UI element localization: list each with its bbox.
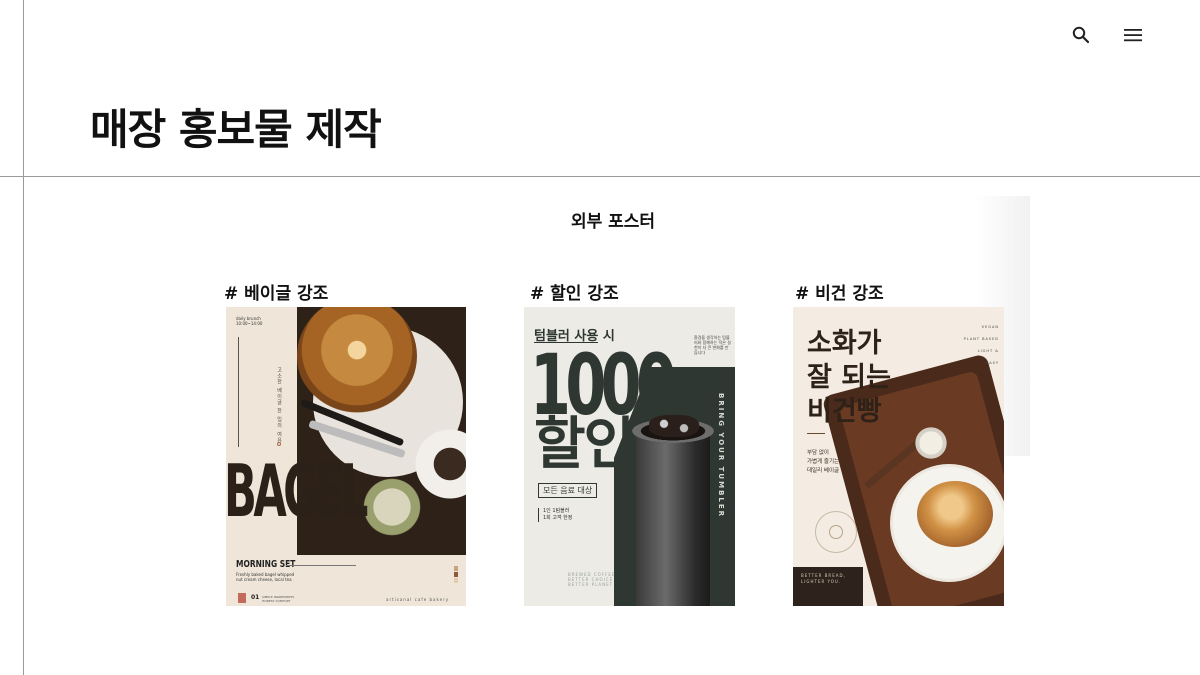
poster-vegan[interactable]: 소화가 잘 되는 비건빵 VEGAN PLANT BASED LIGHT & E…: [793, 307, 1004, 606]
poster-bagel[interactable]: daily brunch 10:00~14:00 고소한 베이글 한 입의 여유…: [226, 307, 466, 606]
page-title: 매장 홍보물 제작: [90, 105, 382, 154]
headline-line-2: 잘 되는: [807, 362, 891, 393]
card-label-bagel: # 베이글 강조: [224, 284, 329, 304]
poster-unit: 원: [672, 400, 685, 416]
poster-description: Freshly baked bagel whipped nut cream ch…: [236, 572, 295, 582]
poster-headline: 할인: [534, 412, 635, 477]
color-swatches: [454, 566, 458, 584]
poster-top-right: VEGAN PLANT BASED LIGHT & EASY: [963, 325, 999, 365]
header-horizontal-divider: [0, 176, 1200, 177]
poster-footer: BREWED COFFEE BETTER CHOICE BETTER PLANE…: [568, 572, 616, 587]
search-icon[interactable]: [1070, 24, 1092, 46]
poster-rule: [807, 433, 825, 434]
poster-box-text: 모든 음료 대상: [538, 483, 598, 498]
header-actions: [1070, 24, 1144, 46]
left-vertical-divider: [23, 0, 24, 675]
poster-big-word: BAGEL: [226, 449, 368, 533]
poster-subtitle-rule: [286, 565, 356, 566]
poster-bottom-note: SIMPLE INGREDIENTS HONEST COMFORT: [262, 595, 295, 603]
swatch: [454, 566, 458, 571]
headline-line-1: 소화가: [807, 328, 882, 359]
leaf-icon: [829, 525, 843, 539]
poster-description: 부담 없이 가볍게 즐기는 데일리 베이글: [807, 450, 840, 474]
card-label-discount: # 할인 강조: [530, 284, 619, 304]
tumbler-image: [636, 427, 710, 606]
salad-image: [357, 477, 427, 537]
poster-dot: [277, 442, 281, 446]
poster-hours: daily brunch 10:00~14:00: [236, 316, 263, 326]
poster-box-note: 1인 1텀블러 1회 고객 한정: [538, 508, 588, 522]
butter-image: [911, 427, 951, 459]
swatch: [454, 578, 458, 583]
hamburger-menu-icon[interactable]: [1122, 24, 1144, 46]
poster-notes: 환경을 생각하는 텀블러와 함께하는 작은 실천이 더 큰 변화를 만듭니다: [694, 335, 731, 355]
poster-vertical-text: BRING YOUR TUMBLER: [717, 393, 725, 519]
swatch: [454, 572, 458, 577]
poster-headline: 소화가 잘 되는 비건빵: [807, 327, 891, 429]
card-label-vegan: # 비건 강조: [795, 284, 884, 304]
poster-discount[interactable]: 텀블러 사용 시 환경을 생각하는 텀블러와 함께하는 작은 실천이 더 큰 변…: [524, 307, 735, 606]
bun-image: [917, 481, 993, 547]
poster-number: 01: [251, 594, 260, 601]
poster-rule: [238, 337, 239, 447]
poster-bottom-right: artisanal cafe bakery: [386, 597, 450, 602]
accent-square: [238, 593, 246, 603]
poster-bottom-text: BETTER BREAD, LIGHTER YOU.: [801, 573, 846, 584]
headline-line-3: 비건빵: [807, 396, 882, 427]
poster-vertical-text: 고소한 베이글 한 입의 여유: [276, 367, 282, 444]
